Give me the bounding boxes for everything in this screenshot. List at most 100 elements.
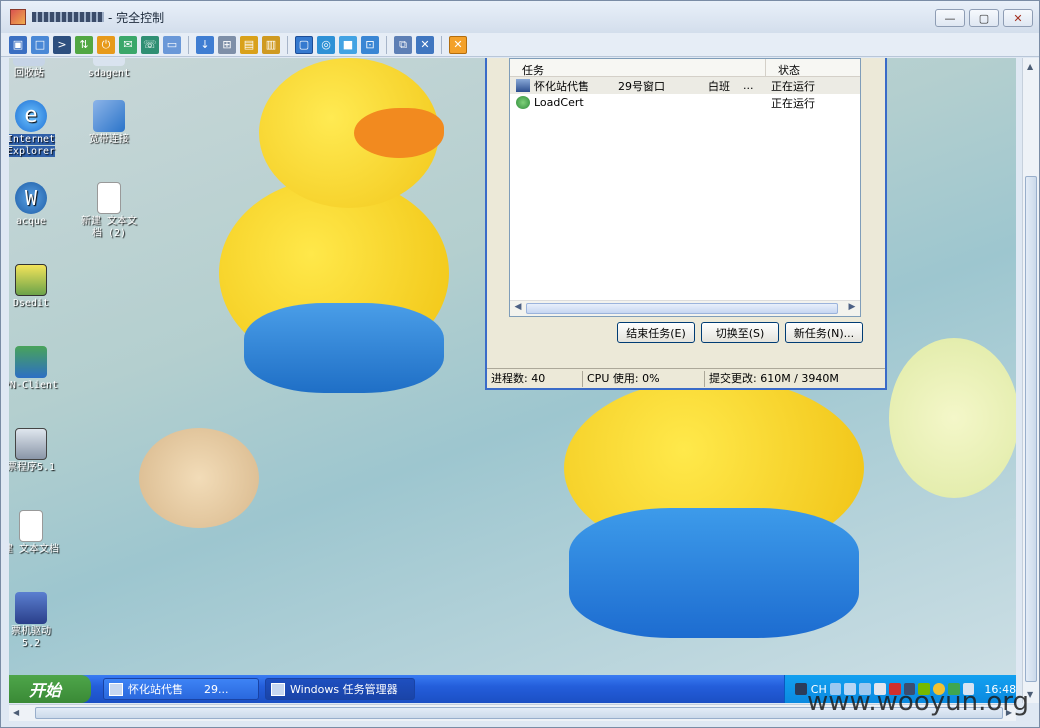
taskbar-item-taskmgr[interactable]: Windows 任务管理器 xyxy=(265,678,415,700)
scroll-left-icon[interactable]: ◀ xyxy=(511,302,525,315)
desktop-icon-label: acque xyxy=(15,216,47,227)
dsedit-shortcut[interactable]: Dsedit xyxy=(9,264,63,310)
cpu-usage: CPU 使用: 0% xyxy=(583,370,705,387)
message-icon[interactable]: ▭ xyxy=(163,35,181,54)
scroll-thumb[interactable] xyxy=(1025,176,1037,682)
toolbar-separator xyxy=(287,35,288,54)
broadband-connection-shortcut[interactable]: 宽带连接 xyxy=(77,100,141,146)
minimize-button[interactable]: — xyxy=(935,9,965,27)
task-status: 正在运行 xyxy=(771,96,815,110)
scroll-right-icon[interactable]: ▶ xyxy=(845,302,859,315)
desktop-icon-label: 回收站 xyxy=(14,68,44,79)
column-header-task[interactable]: 任务 xyxy=(510,59,765,77)
screen-icon[interactable]: □ xyxy=(31,35,49,54)
pn-client-shortcut[interactable]: PN-Client xyxy=(9,346,63,392)
start-label: 开始 xyxy=(29,681,62,700)
ticket-driver-shortcut[interactable]: 票机驱动 5.2 xyxy=(9,592,63,650)
network-icon[interactable]: ⧉ xyxy=(394,35,412,54)
task-manager-status-bar: 进程数: 40 CPU 使用: 0% 提交更改: 610M / 3940M xyxy=(487,368,885,388)
fullscreen-icon[interactable]: ▢ xyxy=(295,35,313,54)
internet-explorer-shortcut[interactable]: e Internet Explorer xyxy=(9,100,63,158)
new-text-doc-2-shortcut[interactable]: 新建 文本文档 (2) xyxy=(77,182,141,240)
title-bar: - 完全控制 — ▢ ✕ xyxy=(1,1,1039,33)
toolbar-separator xyxy=(441,35,442,54)
lock-icon[interactable]: ▤ xyxy=(240,35,258,54)
internet-explorer-icon: e xyxy=(15,100,47,132)
window-title-text: - 完全控制 xyxy=(108,10,165,25)
task-row[interactable]: LoadCert 正在运行 xyxy=(510,94,860,111)
remote-desktop-view[interactable]: 回收站 sdagent e Internet Explorer 宽带连接 W a… xyxy=(9,58,1016,703)
window-title: - 完全控制 xyxy=(32,9,164,26)
close-session-icon[interactable]: ✕ xyxy=(449,35,467,54)
chat-icon[interactable]: ✉ xyxy=(119,35,137,54)
wallpaper-starfish xyxy=(139,428,259,528)
vertical-scrollbar[interactable]: ▲ ▼ xyxy=(1022,58,1039,703)
start-button[interactable]: 开始 xyxy=(9,675,91,703)
tools-icon[interactable]: ✕ xyxy=(416,35,434,54)
certificate-icon xyxy=(516,96,530,109)
computer-icon xyxy=(271,683,285,696)
desktop-icon-label: 票机驱动 5.2 xyxy=(11,626,51,649)
monitor-icon[interactable]: ▣ xyxy=(9,35,27,54)
acque-shortcut[interactable]: W acque xyxy=(9,182,63,228)
scroll-thumb[interactable] xyxy=(526,303,838,314)
task-row[interactable]: 怀化站代售 29号窗口 白班 ... 正在运行 xyxy=(510,77,860,94)
driver-install-icon xyxy=(15,592,47,624)
task-list-header: 任务 状态 xyxy=(510,59,860,77)
task-shift-label: 白班 xyxy=(708,79,730,93)
sdagent-shortcut[interactable]: sdagent xyxy=(77,58,141,80)
scale-icon[interactable]: ■ xyxy=(339,35,357,54)
toolbar-separator xyxy=(188,35,189,54)
task-truncated: ... xyxy=(743,79,754,92)
text-document-icon xyxy=(97,182,121,214)
computer-program-icon xyxy=(15,428,47,460)
taskbar-item-label: Windows 任务管理器 xyxy=(290,683,398,696)
close-button[interactable]: ✕ xyxy=(1003,9,1033,27)
network-connection-icon xyxy=(93,100,125,132)
commit-charge: 提交更改: 610M / 3940M xyxy=(709,371,839,385)
phone-icon[interactable]: ☏ xyxy=(141,35,159,54)
text-document-icon xyxy=(19,510,43,542)
wallpaper-duck2-base xyxy=(569,508,859,638)
desktop-icon-label: PN-Client xyxy=(9,380,59,391)
desktop-icon-label: 新建 文本文档 (2) xyxy=(80,216,138,239)
wallpaper-duck-base xyxy=(244,303,444,393)
redacted-host-name xyxy=(32,12,104,22)
power-icon[interactable]: ⏻ xyxy=(97,35,115,54)
task-list-hscroll[interactable]: ◀ ▶ xyxy=(510,300,860,316)
recycle-bin-shortcut[interactable]: 回收站 xyxy=(9,58,61,80)
transfer-icon[interactable]: ⇅ xyxy=(75,35,93,54)
fit-icon[interactable]: ◎ xyxy=(317,35,335,54)
process-count: 进程数: 40 xyxy=(487,370,583,387)
maximize-button[interactable]: ▢ xyxy=(969,9,999,27)
switch-to-button[interactable]: 切换至(S) xyxy=(701,322,779,343)
task-name: LoadCert xyxy=(534,96,584,109)
remote-control-window: - 完全控制 — ▢ ✕ ▣ □ > ⇅ ⏻ ✉ ☏ ▭ ↓ ⊞ ▤ ▥ ▢ ◎… xyxy=(0,0,1040,728)
task-list: 任务 状态 怀化站代售 29号窗口 白班 ... 正在运行 LoadCert 正… xyxy=(509,58,861,317)
wallpaper-flowers xyxy=(889,338,1016,498)
new-task-button[interactable]: 新任务(N)... xyxy=(785,322,863,343)
watermark: www.wooyun.org xyxy=(806,687,1029,717)
taskbar-item-label: 怀化站代售 29... xyxy=(128,683,229,696)
end-task-button[interactable]: 结束任务(E) xyxy=(617,322,695,343)
desktop-icon[interactable] xyxy=(795,683,807,695)
zoom-icon[interactable]: ⊡ xyxy=(361,35,379,54)
scroll-left-icon[interactable]: ◀ xyxy=(13,708,19,717)
desktop-icon-label: Dsedit xyxy=(12,298,50,309)
taskbar-item-huaihua[interactable]: 怀化站代售 29... xyxy=(103,678,259,700)
download-icon[interactable]: ↓ xyxy=(196,35,214,54)
ticket-program-shortcut[interactable]: 票程序5.1 xyxy=(9,428,63,474)
column-header-status[interactable]: 状态 xyxy=(765,59,860,77)
desktop-icon-label: Internet Explorer xyxy=(9,134,56,157)
task-name: 怀化站代售 xyxy=(534,79,589,93)
terminal-icon[interactable]: > xyxy=(53,35,71,54)
task-window-label: 29号窗口 xyxy=(618,79,665,93)
task-manager-window: 任务 状态 怀化站代售 29号窗口 白班 ... 正在运行 LoadCert 正… xyxy=(485,58,887,390)
wallpaper-duck-beak xyxy=(354,108,444,158)
new-text-doc-shortcut[interactable]: 建 文本文档 xyxy=(9,510,63,556)
hierarchy-icon[interactable]: ⊞ xyxy=(218,35,236,54)
unlock-icon[interactable]: ▥ xyxy=(262,35,280,54)
toolbar-separator xyxy=(386,35,387,54)
computer-icon xyxy=(516,79,530,92)
scroll-up-icon[interactable]: ▲ xyxy=(1027,62,1033,71)
